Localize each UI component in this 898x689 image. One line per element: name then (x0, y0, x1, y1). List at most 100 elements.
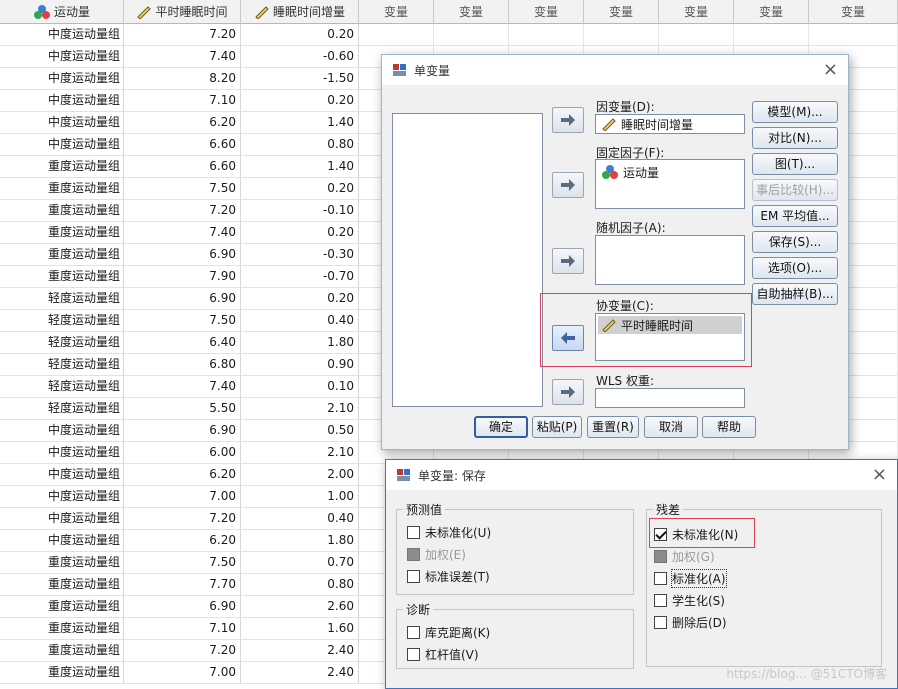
table-cell[interactable]: -0.60 (241, 46, 359, 68)
table-cell[interactable]: 0.20 (241, 90, 359, 112)
residual-unstandardized-checkbox[interactable]: 未标准化(N) (654, 526, 738, 543)
column-header[interactable]: 变量 (584, 0, 659, 24)
post-hoc-button[interactable]: 事后比较(H)... (752, 179, 838, 201)
table-cell[interactable]: 轻度运动量组 (0, 310, 124, 332)
table-cell[interactable]: 7.20 (124, 640, 241, 662)
table-cell[interactable]: 5.50 (124, 398, 241, 420)
table-cell[interactable]: 6.90 (124, 420, 241, 442)
empty-cell[interactable] (434, 24, 509, 46)
table-cell[interactable]: 7.20 (124, 200, 241, 222)
table-cell[interactable]: -0.10 (241, 200, 359, 222)
column-header[interactable]: 变量 (359, 0, 434, 24)
covariate-item[interactable]: 平时睡眠时间 (598, 316, 742, 334)
contrast-button[interactable]: 对比(N)... (752, 127, 838, 149)
checkbox-box[interactable] (654, 572, 667, 585)
table-cell[interactable]: 中度运动量组 (0, 90, 124, 112)
table-cell[interactable]: 7.20 (124, 508, 241, 530)
table-cell[interactable]: 轻度运动量组 (0, 288, 124, 310)
reset-button[interactable]: 重置(R) (587, 416, 639, 438)
ok-button[interactable]: 确定 (474, 416, 528, 438)
table-cell[interactable]: -0.70 (241, 266, 359, 288)
table-cell[interactable]: 6.20 (124, 530, 241, 552)
checkbox-box[interactable] (654, 528, 667, 541)
table-cell[interactable]: 7.20 (124, 24, 241, 46)
table-cell[interactable]: 重度运动量组 (0, 618, 124, 640)
empty-cell[interactable] (809, 24, 898, 46)
table-cell[interactable]: 重度运动量组 (0, 662, 124, 684)
table-cell[interactable]: 7.10 (124, 90, 241, 112)
move-wls-button[interactable] (552, 379, 584, 405)
empty-cell[interactable] (584, 24, 659, 46)
table-cell[interactable]: 7.70 (124, 574, 241, 596)
residual-weighted-checkbox[interactable]: 加权(G) (654, 548, 715, 565)
table-cell[interactable]: 重度运动量组 (0, 156, 124, 178)
table-cell[interactable]: 6.40 (124, 332, 241, 354)
table-cell[interactable]: 7.40 (124, 222, 241, 244)
table-cell[interactable]: 0.90 (241, 354, 359, 376)
table-cell[interactable]: 7.00 (124, 486, 241, 508)
table-cell[interactable]: 6.90 (124, 596, 241, 618)
table-cell[interactable]: 6.80 (124, 354, 241, 376)
table-cell[interactable]: 重度运动量组 (0, 266, 124, 288)
checkbox-box[interactable] (407, 570, 420, 583)
column-header[interactable]: 平时睡眠时间 (124, 0, 241, 24)
empty-cell[interactable] (359, 24, 434, 46)
table-cell[interactable]: 轻度运动量组 (0, 354, 124, 376)
table-cell[interactable]: 中度运动量组 (0, 420, 124, 442)
table-cell[interactable]: 1.60 (241, 618, 359, 640)
residual-standardized-checkbox[interactable]: 标准化(A) (654, 569, 727, 588)
table-cell[interactable]: 重度运动量组 (0, 222, 124, 244)
wls-field[interactable] (595, 388, 745, 408)
fixed-factor-list[interactable]: 运动量 (595, 159, 745, 209)
checkbox-box[interactable] (407, 526, 420, 539)
table-cell[interactable]: 1.40 (241, 156, 359, 178)
column-header[interactable]: 变量 (434, 0, 509, 24)
column-header[interactable]: 运动量 (0, 0, 124, 24)
table-cell[interactable]: 0.20 (241, 222, 359, 244)
table-cell[interactable]: 中度运动量组 (0, 508, 124, 530)
column-header[interactable]: 变量 (509, 0, 584, 24)
table-cell[interactable]: -1.50 (241, 68, 359, 90)
table-cell[interactable]: 1.80 (241, 530, 359, 552)
table-cell[interactable]: 重度运动量组 (0, 200, 124, 222)
source-variable-list[interactable] (392, 113, 543, 407)
table-row[interactable]: 中度运动量组 7.20 0.20 (0, 24, 898, 46)
residual-studentized-checkbox[interactable]: 学生化(S) (654, 592, 725, 609)
column-header[interactable]: 变量 (734, 0, 809, 24)
table-cell[interactable]: 2.10 (241, 442, 359, 464)
move-random-factor-button[interactable] (552, 248, 584, 274)
table-cell[interactable]: 中度运动量组 (0, 442, 124, 464)
checkbox-box[interactable] (407, 648, 420, 661)
table-cell[interactable]: 8.20 (124, 68, 241, 90)
table-cell[interactable]: 7.00 (124, 662, 241, 684)
table-cell[interactable]: 中度运动量组 (0, 134, 124, 156)
table-cell[interactable]: 2.00 (241, 464, 359, 486)
table-cell[interactable]: 轻度运动量组 (0, 332, 124, 354)
table-cell[interactable]: 1.80 (241, 332, 359, 354)
covariate-list[interactable]: 平时睡眠时间 (595, 313, 745, 361)
table-cell[interactable]: 0.10 (241, 376, 359, 398)
table-cell[interactable]: 中度运动量组 (0, 24, 124, 46)
table-cell[interactable]: 7.40 (124, 376, 241, 398)
table-cell[interactable]: 1.00 (241, 486, 359, 508)
checkbox-box[interactable] (407, 626, 420, 639)
move-dependent-button[interactable] (552, 107, 584, 133)
table-cell[interactable]: 中度运动量组 (0, 46, 124, 68)
random-factor-list[interactable] (595, 235, 745, 285)
table-cell[interactable]: 6.90 (124, 244, 241, 266)
table-cell[interactable]: 0.80 (241, 574, 359, 596)
table-cell[interactable]: 0.40 (241, 508, 359, 530)
em-means-button[interactable]: EM 平均值... (752, 205, 838, 227)
checkbox-box[interactable] (654, 616, 667, 629)
empty-cell[interactable] (509, 24, 584, 46)
table-cell[interactable]: 7.40 (124, 46, 241, 68)
table-cell[interactable]: 0.80 (241, 134, 359, 156)
column-header[interactable]: 睡眠时间增量 (241, 0, 359, 24)
table-cell[interactable]: 6.00 (124, 442, 241, 464)
table-cell[interactable]: 中度运动量组 (0, 68, 124, 90)
table-cell[interactable]: 重度运动量组 (0, 244, 124, 266)
predicted-std-error-checkbox[interactable]: 标准误差(T) (407, 568, 490, 585)
residual-deleted-checkbox[interactable]: 删除后(D) (654, 614, 727, 631)
dependent-item[interactable]: 睡眠时间增量 (598, 115, 693, 133)
table-cell[interactable]: 0.20 (241, 24, 359, 46)
